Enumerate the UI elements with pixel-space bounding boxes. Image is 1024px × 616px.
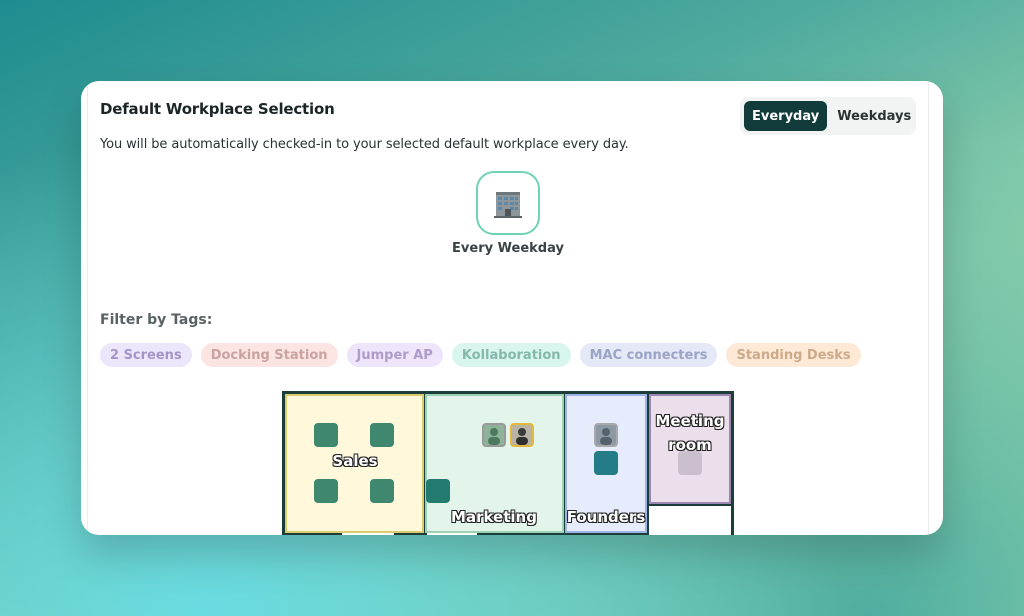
- tag-chip[interactable]: Standing Desks: [726, 343, 861, 367]
- frequency-toggle: Everyday Weekdays: [740, 97, 916, 135]
- user-avatar[interactable]: [510, 423, 534, 447]
- floor-gap: [427, 533, 477, 535]
- workplace-label: Every Weekday: [452, 241, 564, 256]
- toggle-weekdays-button[interactable]: Weekdays: [829, 101, 919, 131]
- workplace-tile[interactable]: [476, 171, 540, 235]
- tag-list: 2 Screens Docking Station Jumper AP Kollabo…: [100, 343, 861, 367]
- toggle-everyday-button[interactable]: Everyday: [744, 101, 828, 131]
- desk[interactable]: [314, 423, 338, 447]
- checkin-description: You will be automatically checked-in to …: [100, 137, 629, 152]
- desk[interactable]: [370, 423, 394, 447]
- room-label-sales: Sales: [332, 452, 378, 470]
- person-icon: [488, 428, 500, 445]
- person-icon: [516, 428, 528, 445]
- desk[interactable]: [314, 479, 338, 503]
- room-label-meeting: Meeting room: [655, 412, 725, 454]
- person-icon: [600, 428, 612, 445]
- tag-chip[interactable]: Docking Station: [200, 343, 338, 367]
- desk[interactable]: [426, 479, 450, 503]
- tag-chip[interactable]: Kollaboration: [451, 343, 571, 367]
- tag-chip[interactable]: Jumper AP: [346, 343, 443, 367]
- floor-gap: [342, 533, 394, 535]
- filter-label: Filter by Tags:: [100, 312, 213, 328]
- user-avatar[interactable]: [482, 423, 506, 447]
- room-label-marketing: Marketing: [451, 508, 537, 526]
- tag-chip[interactable]: MAC connecters: [579, 343, 718, 367]
- default-workplace-card: Default Workplace Selection Everyday Wee…: [81, 81, 943, 535]
- floor-plan: Sales Marketing Founders Meeting room: [282, 391, 734, 535]
- office-building-icon: [494, 192, 522, 218]
- tag-chip[interactable]: 2 Screens: [100, 343, 192, 367]
- desk[interactable]: [594, 451, 618, 475]
- floor-gap: [649, 506, 731, 535]
- user-avatar[interactable]: [594, 423, 618, 447]
- room-label-founders: Founders: [566, 508, 646, 526]
- page-title: Default Workplace Selection: [100, 100, 335, 118]
- desk[interactable]: [370, 479, 394, 503]
